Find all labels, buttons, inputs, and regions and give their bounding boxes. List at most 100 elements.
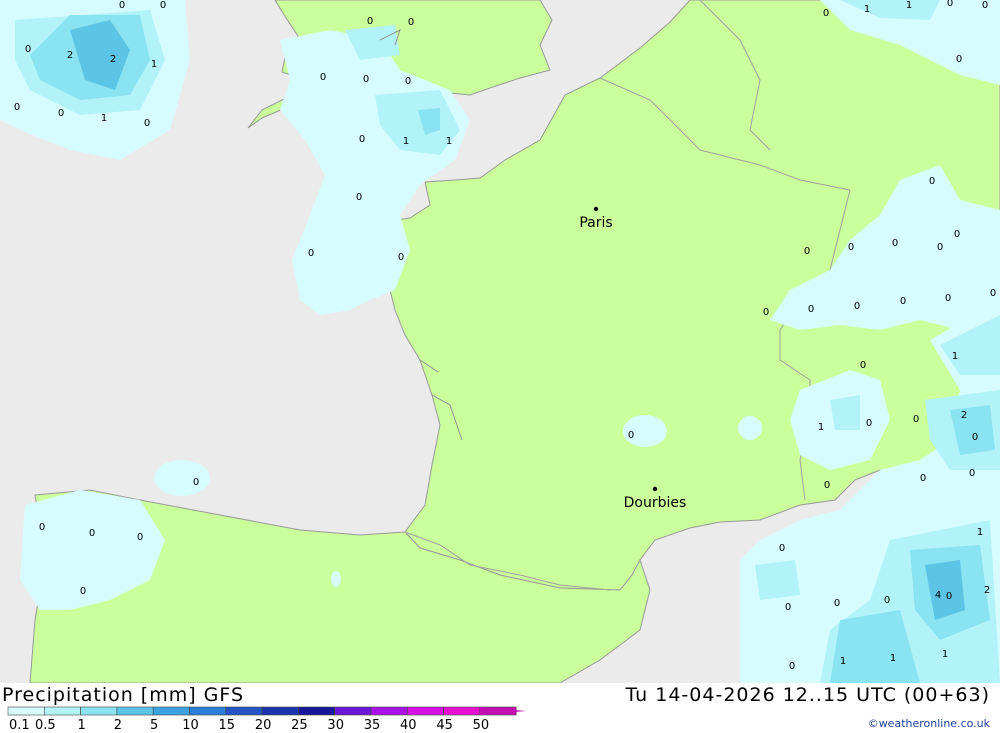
legend-label: 45 (436, 718, 453, 733)
svg-text:0: 0 (823, 8, 829, 19)
svg-text:1: 1 (942, 649, 948, 660)
legend-swatch (406, 706, 444, 716)
svg-text:0: 0 (89, 528, 95, 539)
svg-text:0: 0 (854, 301, 860, 312)
svg-text:0: 0 (308, 248, 314, 259)
legend-label: 50 (473, 718, 490, 733)
svg-text:0: 0 (860, 360, 866, 371)
legend-swatch (43, 706, 81, 716)
svg-text:1: 1 (952, 351, 958, 362)
svg-text:0: 0 (808, 304, 814, 315)
svg-text:Paris: Paris (579, 215, 612, 231)
svg-text:1: 1 (840, 656, 846, 667)
legend-swatch (225, 706, 263, 716)
legend-label: 35 (364, 718, 381, 733)
svg-text:0: 0 (25, 44, 31, 55)
svg-text:1: 1 (906, 0, 912, 11)
svg-text:0: 0 (920, 473, 926, 484)
svg-text:0: 0 (144, 118, 150, 129)
legend-label: 5 (150, 718, 158, 733)
svg-text:0: 0 (990, 288, 996, 299)
credit-link[interactable]: ©weatheronline.co.uk (868, 717, 990, 730)
svg-text:0: 0 (58, 108, 64, 119)
legend-label: 0.1 (9, 718, 30, 733)
legend-swatch (298, 706, 335, 716)
svg-text:0: 0 (408, 17, 414, 28)
svg-text:2: 2 (961, 410, 967, 421)
svg-text:0: 0 (947, 0, 953, 9)
legend-label: 10 (182, 718, 199, 733)
legend-label: 25 (291, 718, 308, 733)
svg-text:0: 0 (804, 246, 810, 257)
svg-text:0: 0 (946, 591, 952, 602)
svg-text:0: 0 (39, 522, 45, 533)
svg-text:1: 1 (890, 653, 896, 664)
svg-text:0: 0 (137, 532, 143, 543)
svg-text:1: 1 (977, 527, 983, 538)
svg-text:0: 0 (848, 242, 854, 253)
legend-swatch (443, 706, 481, 716)
svg-text:0: 0 (824, 480, 830, 491)
precipitation-legend: 0.1 0.5 1 2 5 10 15 20 25 30 35 40 45 50 (7, 706, 527, 733)
legend-swatch (370, 706, 408, 716)
svg-text:0: 0 (969, 468, 975, 479)
legend-swatch (261, 706, 299, 716)
legend-label: 40 (400, 718, 417, 733)
forecast-datetime: Tu 14-04-2026 12..15 UTC (00+63) (625, 684, 990, 706)
svg-text:4: 4 (935, 590, 941, 601)
svg-text:0: 0 (913, 414, 919, 425)
legend-swatch (80, 706, 118, 716)
svg-text:0: 0 (929, 176, 935, 187)
svg-text:0: 0 (763, 307, 769, 318)
svg-text:2: 2 (67, 50, 73, 61)
legend-label: 20 (255, 718, 272, 733)
legend-label: 15 (219, 718, 236, 733)
svg-text:0: 0 (119, 0, 125, 11)
svg-text:0: 0 (80, 586, 86, 597)
svg-text:0: 0 (367, 16, 373, 27)
svg-text:0: 0 (956, 54, 962, 65)
legend-label: 2 (114, 718, 122, 733)
svg-text:0: 0 (982, 0, 988, 11)
svg-text:2: 2 (984, 585, 990, 596)
legend-label: 0.5 (35, 718, 56, 733)
svg-text:0: 0 (356, 192, 362, 203)
legend-swatch (7, 706, 45, 716)
svg-text:0: 0 (160, 0, 166, 11)
svg-text:0: 0 (937, 242, 943, 253)
legend-swatch (334, 706, 372, 716)
precipitation-map: Paris Dourbies 0 0 0 0 2 2 1 0 0 1 0 0 0… (0, 0, 1000, 683)
svg-text:0: 0 (785, 602, 791, 613)
legend-swatch (116, 706, 154, 716)
svg-text:0: 0 (628, 430, 634, 441)
legend-swatch (152, 706, 190, 716)
svg-text:0: 0 (359, 134, 365, 145)
footer: Precipitation [mm] GFS Tu 14-04-2026 12.… (0, 683, 1000, 733)
svg-text:0: 0 (892, 238, 898, 249)
svg-text:Dourbies: Dourbies (624, 495, 687, 511)
svg-text:1: 1 (151, 59, 157, 70)
svg-text:1: 1 (818, 422, 824, 433)
svg-text:0: 0 (866, 418, 872, 429)
svg-text:0: 0 (945, 293, 951, 304)
svg-text:2: 2 (110, 54, 116, 65)
svg-text:0: 0 (789, 661, 795, 672)
svg-text:1: 1 (403, 136, 409, 147)
svg-text:0: 0 (405, 76, 411, 87)
svg-text:0: 0 (954, 229, 960, 240)
legend-label: 1 (77, 718, 85, 733)
svg-text:0: 0 (14, 102, 20, 113)
svg-text:0: 0 (193, 477, 199, 488)
svg-text:0: 0 (779, 543, 785, 554)
map-title: Precipitation [mm] GFS (2, 684, 245, 706)
svg-text:1: 1 (446, 136, 452, 147)
svg-text:0: 0 (363, 74, 369, 85)
legend-swatch (189, 706, 227, 716)
svg-text:0: 0 (900, 296, 906, 307)
svg-text:0: 0 (834, 598, 840, 609)
svg-text:0: 0 (972, 432, 978, 443)
legend-label: 30 (327, 718, 344, 733)
svg-text:1: 1 (864, 4, 870, 15)
svg-text:0: 0 (320, 72, 326, 83)
svg-text:0: 0 (884, 595, 890, 606)
